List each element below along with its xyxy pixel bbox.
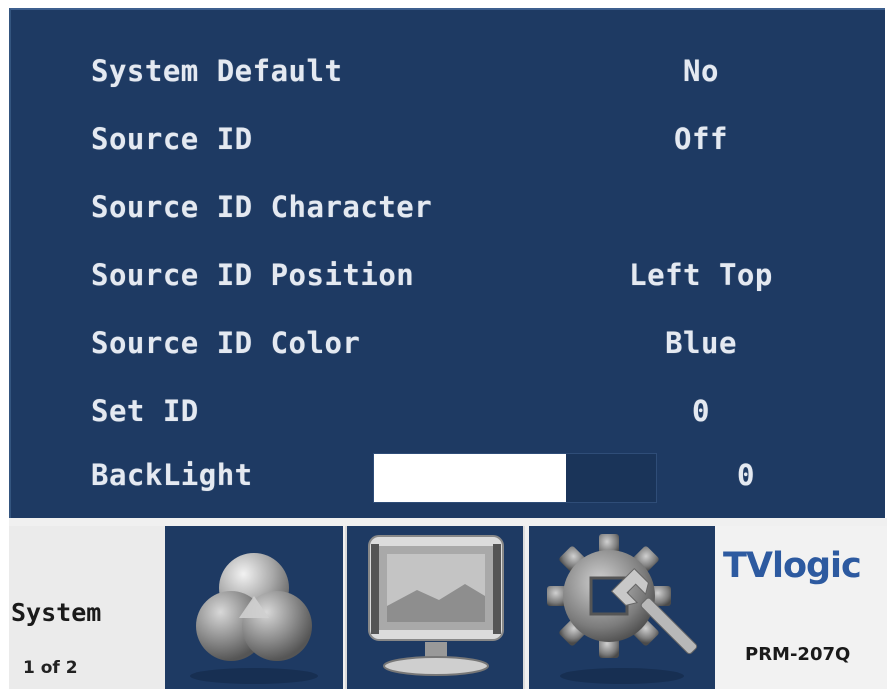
- menu-value: Off: [674, 122, 728, 156]
- menu-row-source-id-character[interactable]: Source ID Character: [11, 182, 885, 232]
- monitor-osd-screen: System Default No Source ID Off Source I…: [0, 0, 887, 689]
- menu-row-set-id[interactable]: Set ID 0: [11, 386, 885, 436]
- page-indicator: 1 of 2: [23, 658, 78, 678]
- tab-setup[interactable]: [529, 526, 715, 689]
- menu-value: 0: [692, 394, 710, 428]
- tab-color[interactable]: [165, 526, 343, 689]
- menu-label: Source ID Character: [91, 190, 433, 224]
- tab-display[interactable]: [345, 526, 525, 689]
- menu-label: System Default: [91, 54, 343, 88]
- backlight-value: 0: [737, 458, 755, 492]
- gear-wrench-icon: [547, 534, 698, 684]
- tvlogic-logo: TVlogic: [723, 546, 862, 586]
- tab-system[interactable]: System 1 of 2: [9, 526, 165, 689]
- menu-row-system-default[interactable]: System Default No: [11, 46, 885, 96]
- model-name: PRM-207Q: [745, 644, 851, 665]
- menu-row-backlight[interactable]: BackLight 0: [11, 450, 885, 503]
- brand-logo-text: TVlogic: [723, 546, 862, 586]
- brand-panel: TVlogic PRM-207Q: [715, 526, 887, 689]
- menu-label: Set ID: [91, 394, 199, 428]
- monitor-icon: [368, 535, 504, 676]
- menu-label: Source ID Color: [91, 326, 361, 360]
- menu-label: Source ID: [91, 122, 253, 156]
- menu-label: Source ID Position: [91, 258, 415, 292]
- menu-label: BackLight: [91, 458, 253, 492]
- backlight-slider-fill: [374, 454, 566, 502]
- tab-system-label: System: [11, 598, 102, 627]
- menu-tab-bar: System 1 of 2 TVlogic PRM-207Q: [9, 518, 887, 689]
- menu-value: No: [683, 54, 719, 88]
- color-circles-icon: [190, 553, 318, 684]
- menu-row-source-id-color[interactable]: Source ID Color Blue: [11, 318, 885, 368]
- menu-row-source-id[interactable]: Source ID Off: [11, 114, 885, 164]
- menu-value: Blue: [665, 326, 737, 360]
- system-menu-panel: System Default No Source ID Off Source I…: [9, 8, 885, 520]
- backlight-slider[interactable]: [373, 453, 657, 503]
- menu-row-source-id-position[interactable]: Source ID Position Left Top: [11, 250, 885, 300]
- menu-value: Left Top: [629, 258, 773, 292]
